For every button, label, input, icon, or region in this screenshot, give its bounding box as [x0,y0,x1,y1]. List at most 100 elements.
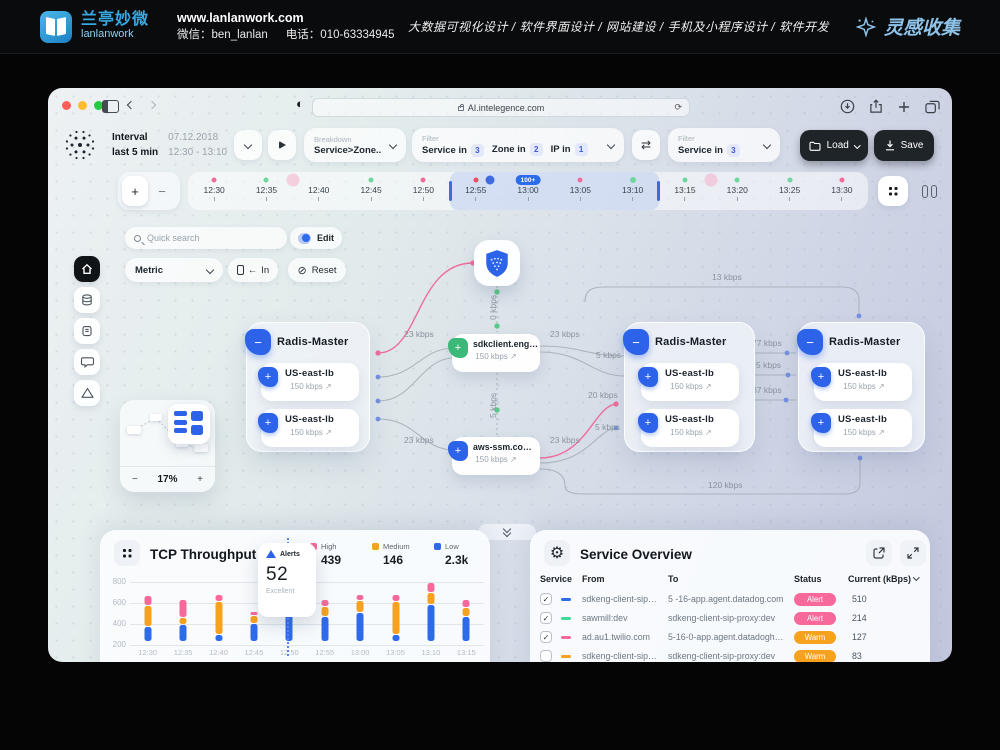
security-shield-node[interactable] [474,240,520,286]
node-us-east-lb[interactable]: + US-east-lb 150 kbps ↗ [814,409,912,447]
node-us-east-lb[interactable]: + US-east-lb 150 kbps ↗ [814,363,912,401]
sidebar-toggle-icon[interactable] [102,100,119,113]
downloads-icon[interactable] [840,99,855,114]
timeline-tick[interactable]: 13:00 [502,185,554,210]
node-aws-ssm[interactable]: + aws-ssm.co… 150 kbps ↗ [452,437,540,475]
column-view-button[interactable] [914,176,944,206]
sort-chevron-icon[interactable] [913,574,919,580]
new-tab-icon[interactable] [897,100,911,114]
save-button[interactable]: Save [874,130,934,161]
timeline-tick[interactable]: 13:15 [659,185,711,210]
zoom-out-button[interactable]: − [148,184,176,199]
timeline-tick[interactable]: 12:45 [345,185,397,210]
window-controls[interactable] [62,101,103,110]
tab-overview-icon[interactable] [925,100,940,114]
timeline-tick[interactable]: 12:50 [397,185,449,210]
timeline-tick[interactable]: 12:35 [240,185,292,210]
bar-column[interactable]: 13:15 [448,579,484,657]
group-radis-master-2[interactable]: − Radis-Master + US-east-lb 150 kbps ↗ +… [624,322,755,452]
bar-column[interactable]: 12:30 [130,579,166,657]
timeline-zoom-controls[interactable]: + − [118,172,180,210]
minimap-zoom-in-button[interactable]: + [197,474,203,485]
plus-icon[interactable]: + [448,441,468,461]
filter-service-control[interactable]: Filter Service in3 [668,128,780,162]
row-checkbox-checked[interactable]: ✓ [540,593,552,605]
zoom-in-button[interactable]: + [122,176,148,206]
expand-button[interactable] [900,540,926,566]
col-to[interactable]: To [668,574,678,584]
collapse-icon[interactable]: − [623,329,649,355]
group-radis-master-1[interactable]: − Radis-Master + US-east-lb 150 kbps ↗ +… [246,322,370,452]
share-icon[interactable] [869,99,883,114]
collapse-icon[interactable]: − [797,329,823,355]
timeline-tick[interactable]: 12:40 [293,185,345,210]
plus-icon[interactable]: + [811,367,831,387]
interval-control[interactable]: Interval last 5 min 07.12.2018 12:30 - 1… [112,130,227,160]
forward-icon[interactable] [148,101,156,109]
play-button[interactable] [268,130,296,160]
refresh-button[interactable]: ⇄ [632,130,660,160]
collapse-icon[interactable]: − [245,329,271,355]
plus-icon[interactable]: + [638,413,658,433]
bar-column[interactable]: 13:10 [413,579,449,657]
group-radis-master-3[interactable]: − Radis-Master + US-east-lb 150 kbps ↗ +… [798,322,925,452]
col-service[interactable]: Service [540,574,572,584]
sidebar-item-comments[interactable] [74,349,100,375]
minimap[interactable]: − 17% + [120,400,215,492]
sidebar-item-home[interactable] [74,256,100,282]
table-row[interactable]: ✓sawmill:devsdkeng-client-sip-proxy:devA… [530,609,930,628]
toggle-on-icon[interactable] [298,233,311,244]
filter-control[interactable]: Filter Service in3 Zone in2 IP in1 [412,128,624,162]
col-status[interactable]: Status [794,574,822,584]
close-window-icon[interactable] [62,101,71,110]
row-checkbox-checked[interactable]: ✓ [540,631,552,643]
col-from[interactable]: From [582,574,605,584]
grid-view-button[interactable] [878,176,908,206]
node-us-east-lb[interactable]: + US-east-lb 150 kbps ↗ [641,409,739,447]
node-us-east-lb[interactable]: + US-east-lb 150 kbps ↗ [261,409,359,447]
breakdown-dropdown[interactable]: Breakdown Service>Zone.. [304,128,406,162]
row-checkbox-checked[interactable]: ✓ [540,612,552,624]
bar-column[interactable]: 12:35 [165,579,201,657]
edit-toggle[interactable]: Edit [290,227,342,249]
node-sdkclient[interactable]: + sdkclient.eng… 150 kbps ↗ [452,334,540,372]
settings-icon[interactable]: ⚙ [544,540,570,566]
table-row[interactable]: sdkeng-client-sip…sdkeng-client-sip-prox… [530,647,930,662]
bar-column[interactable]: 13:05 [378,579,414,657]
load-button[interactable]: Load [800,130,868,161]
table-row[interactable]: ✓sdkeng-client-sip…5 -16-app.agent.datad… [530,590,930,609]
plus-icon[interactable]: + [448,338,468,358]
minimize-window-icon[interactable] [78,101,87,110]
bar-column[interactable]: 12:40 [201,579,237,657]
interval-dropdown-button[interactable] [234,130,262,160]
plus-icon[interactable]: + [258,413,278,433]
minimap-zoom-out-button[interactable]: − [132,474,138,485]
timeline-tick[interactable]: 13:30 [816,185,868,210]
node-us-east-lb[interactable]: + US-east-lb 150 kbps ↗ [261,363,359,401]
timeline-tick[interactable]: 13:25 [763,185,815,210]
timeline-track[interactable]: 100+ 12:3012:3512:4012:4512:5012:5513:00… [188,172,868,210]
col-current[interactable]: Current (kBps) [848,574,911,584]
theme-toggle-icon[interactable]: ◐ [296,96,304,111]
search-input[interactable]: Quick search [125,227,287,249]
timeline-tick[interactable]: 13:05 [554,185,606,210]
address-bar[interactable]: AI.intelegence.com ⟳ [312,98,690,117]
back-icon[interactable] [127,101,135,109]
reload-icon[interactable]: ⟳ [674,102,682,113]
timeline-tick[interactable]: 12:30 [188,185,240,210]
node-us-east-lb[interactable]: + US-east-lb 150 kbps ↗ [641,363,739,401]
plus-icon[interactable]: + [811,413,831,433]
metric-dropdown[interactable]: Metric [125,258,223,282]
sidebar-item-alerts[interactable] [74,380,100,406]
timeline-tick[interactable]: 13:20 [711,185,763,210]
row-checkbox-unchecked[interactable] [540,650,552,662]
open-external-button[interactable] [866,540,892,566]
minimap-thumbnail[interactable] [168,404,210,444]
plus-icon[interactable]: + [638,367,658,387]
sidebar-item-reports[interactable] [74,318,100,344]
table-row[interactable]: ✓ad.au1.twilio.com5-16-0-app.agent.datad… [530,628,930,647]
sidebar-item-database[interactable] [74,287,100,313]
plus-icon[interactable]: + [258,367,278,387]
bar-column[interactable]: 13:00 [342,579,378,657]
timeline-tick[interactable]: 12:55 [450,185,502,210]
